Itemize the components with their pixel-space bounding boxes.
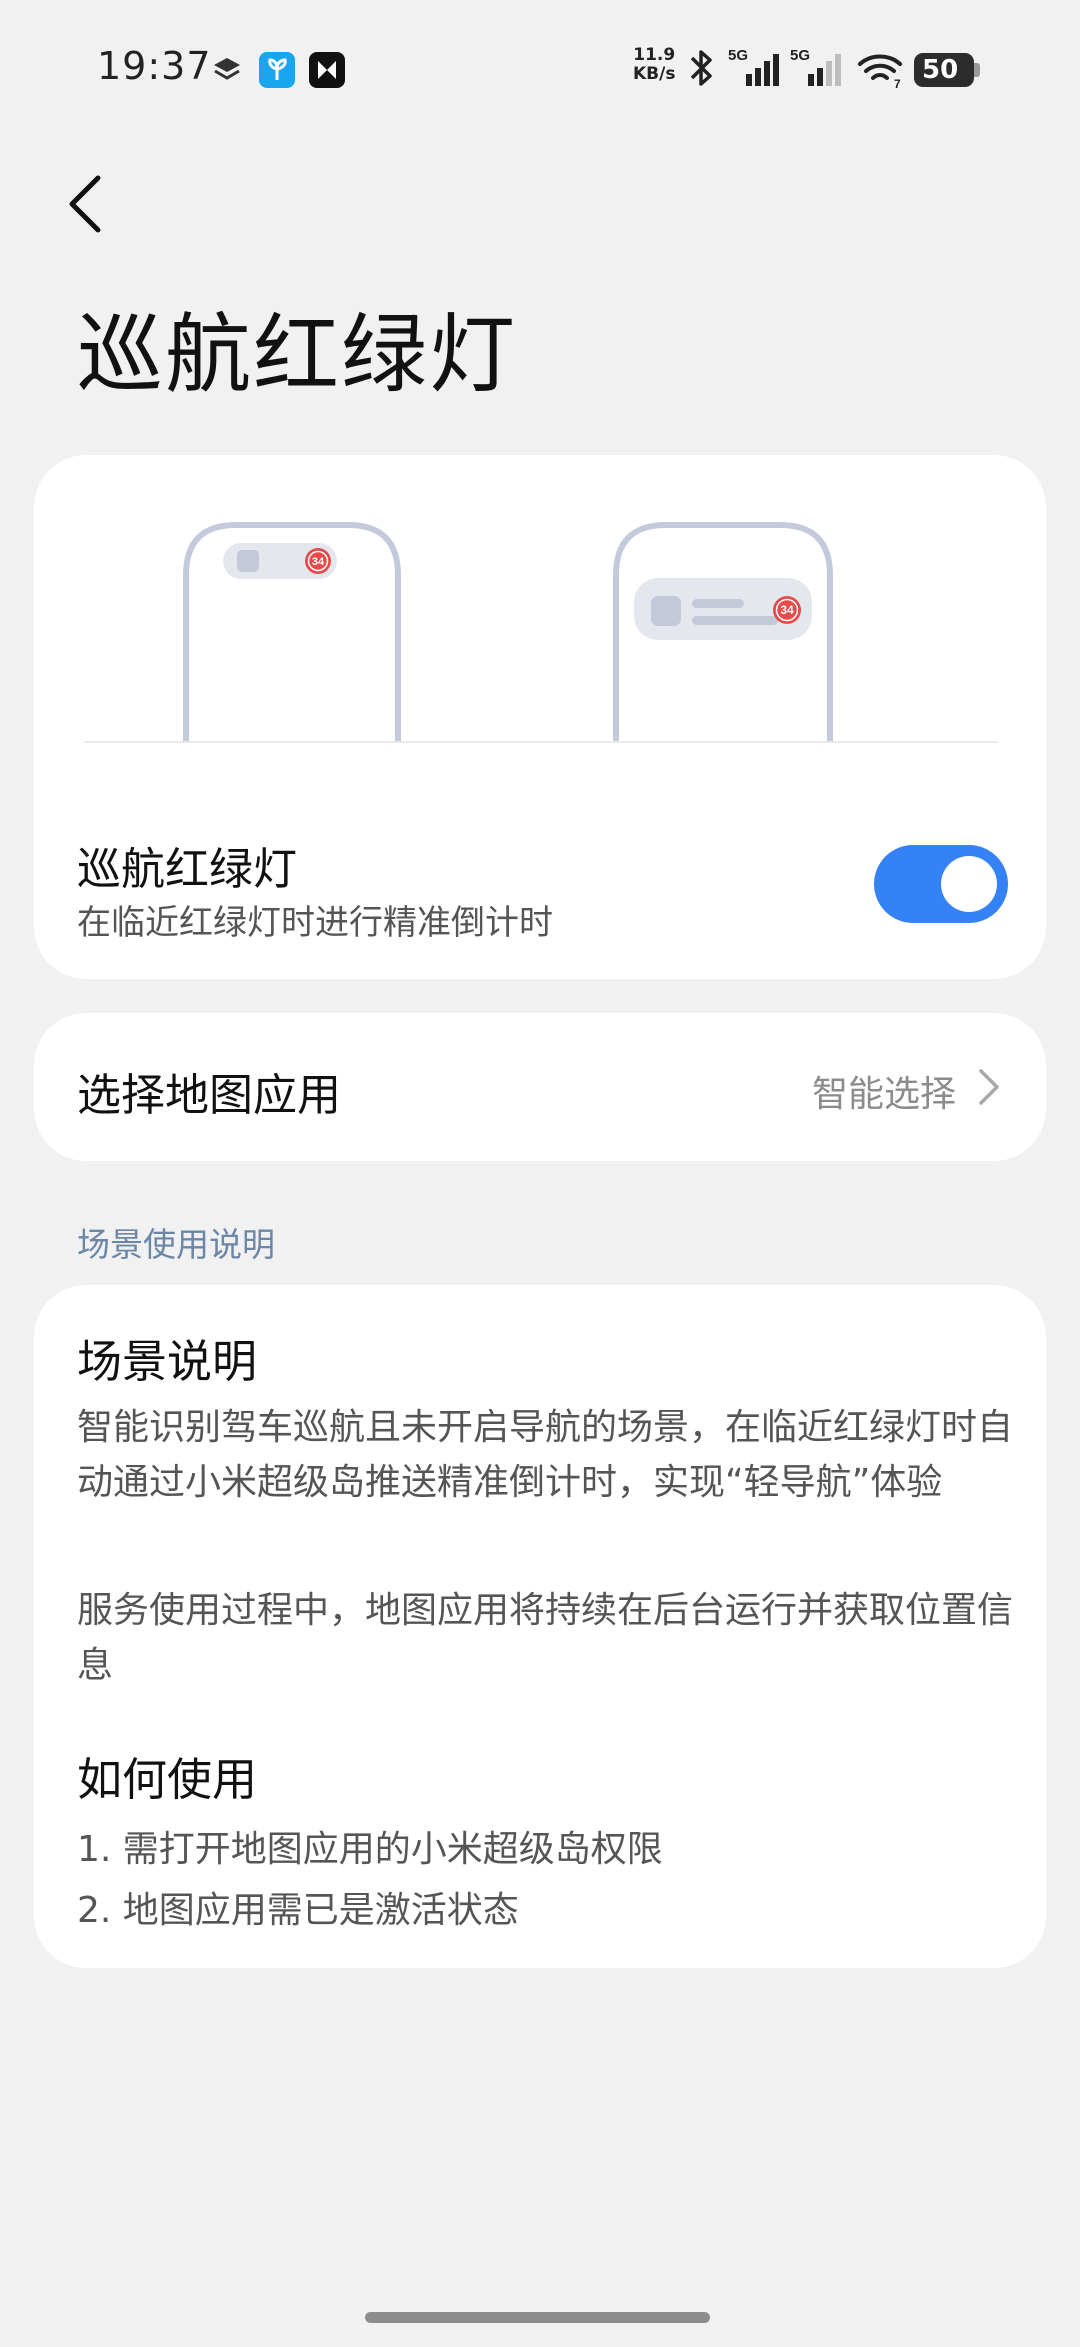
signal-1-label: 5G (728, 47, 748, 64)
cruise-traffic-light-card: 34 34 巡航红绿灯 在临近红绿灯时进行精准倒计时 (34, 455, 1046, 979)
section-label-usage: 场景使用说明 (77, 1225, 275, 1264)
how-to-use-heading: 如何使用 (77, 1753, 258, 1806)
divider (84, 741, 998, 743)
select-map-app-label: 选择地图应用 (77, 1070, 341, 1121)
back-button[interactable] (62, 168, 114, 240)
layers-icon (214, 58, 240, 80)
signal-2-label: 5G (790, 47, 810, 64)
app-x-icon (309, 52, 345, 88)
cell-signal-icon: 5G (728, 46, 786, 94)
clock: 19:37 (97, 44, 212, 88)
scenario-paragraph-2: 服务使用过程中，地图应用将持续在后台运行并获取位置信息 (77, 1590, 1014, 1686)
how-to-use-step-1: 1. 需打开地图应用的小米超级岛权限 (77, 1829, 663, 1870)
status-bar: 19:37 11.9 KB/s 5G 5G 7 50 (0, 0, 1080, 140)
how-to-use-step-2: 2. 地图应用需已是激活状态 (77, 1890, 519, 1931)
home-indicator[interactable] (365, 2312, 710, 2323)
feature-description: 在临近红绿灯时进行精准倒计时 (77, 903, 553, 943)
select-map-app-row[interactable]: 选择地图应用 智能选择 (34, 1013, 1046, 1161)
feature-preview-illustration: 34 34 (183, 522, 833, 741)
chevron-left-icon (69, 175, 101, 233)
scenario-heading: 场景说明 (77, 1335, 258, 1388)
cruise-traffic-light-switch[interactable] (874, 845, 1008, 923)
scenario-paragraph-1: 智能识别驾车巡航且未开启导航的场景，在临近红绿灯时自动通过小米超级岛推送精准倒计… (77, 1407, 1014, 1503)
selected-map-app-value: 智能选择 (811, 1074, 956, 1115)
bluetooth-icon (690, 50, 712, 86)
battery-tip (974, 63, 980, 77)
usage-info-card: 场景说明 智能识别驾车巡航且未开启导航的场景，在临近红绿灯时自动通过小米超级岛推… (34, 1285, 1046, 1968)
cell-signal-icon: 5G (790, 46, 848, 94)
preview-badge-left: 34 (312, 556, 325, 568)
battery-icon: 50 (914, 53, 974, 87)
preview-badge-right: 34 (780, 603, 794, 617)
network-speed: 11.9 KB/s (633, 45, 676, 84)
app-leaf-icon (259, 52, 295, 88)
wifi-label: 7 (894, 77, 901, 90)
switch-knob (941, 856, 997, 912)
wifi-icon: 7 (856, 46, 906, 94)
chevron-right-icon (979, 1069, 999, 1105)
feature-title: 巡航红绿灯 (77, 844, 297, 895)
page-title: 巡航红绿灯 (77, 305, 517, 405)
